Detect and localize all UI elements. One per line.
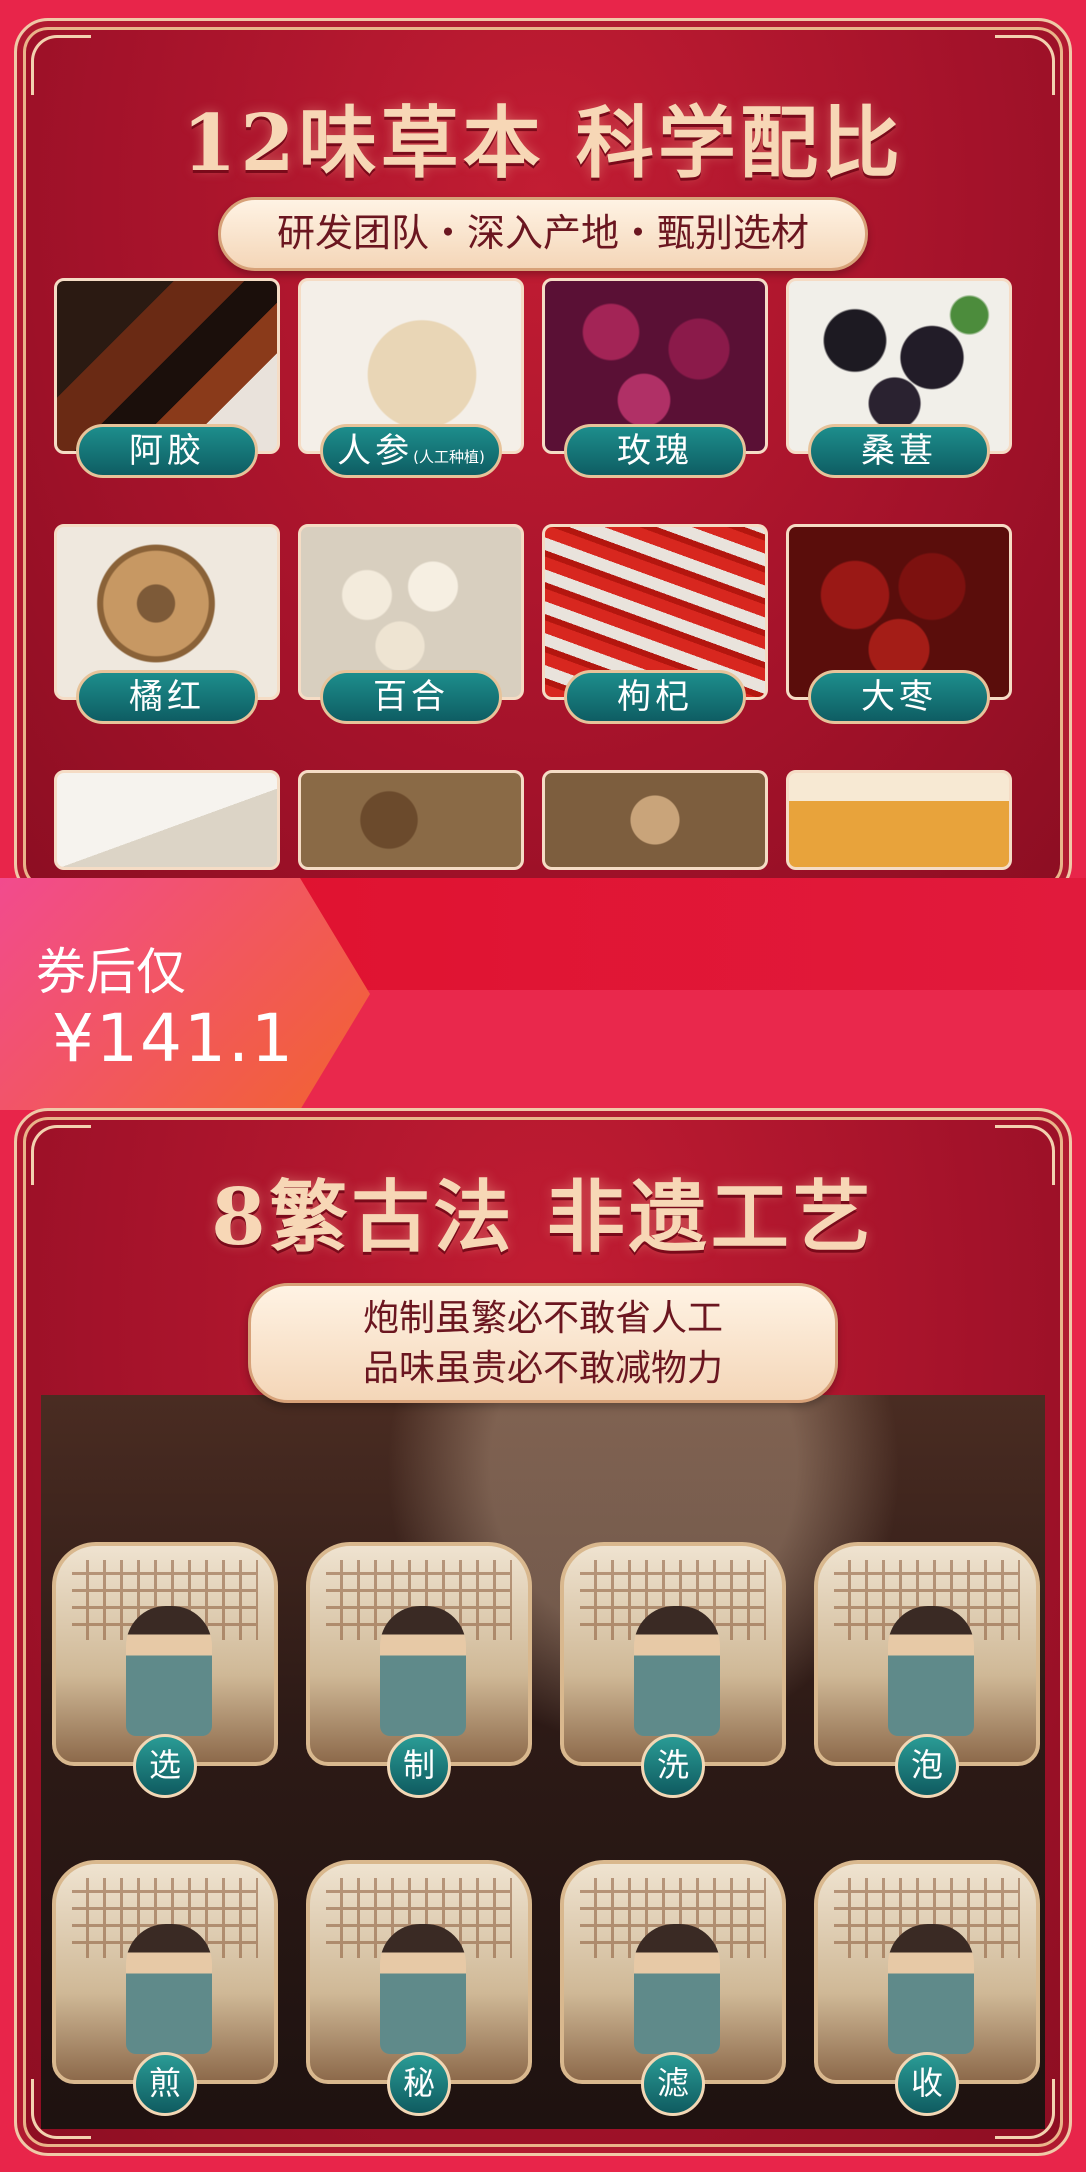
- craft-subtitle-line2: 品味虽贵必不敢减物力: [362, 1348, 723, 1389]
- craft-subtitle: 炮制虽繁必不敢省人工 品味虽贵必不敢减物力: [248, 1283, 838, 1403]
- herb-card-gouqi: 枸杞: [542, 524, 768, 724]
- craft-illustration: [306, 1542, 532, 1766]
- craft-illustration: [560, 1860, 786, 2084]
- herb-photo: [786, 770, 1012, 870]
- herb-label: 大枣: [808, 670, 990, 724]
- craft-grid: 选 制 洗 泡 煎 秘 滤 收: [52, 1542, 1040, 2116]
- herb-label: 桑葚: [808, 424, 990, 478]
- herb-card-sangshen: 桑葚: [786, 278, 1012, 478]
- herb-label: 阿胶: [76, 424, 258, 478]
- herbs-title: 12味草本 科学配比: [182, 98, 904, 189]
- craft-step: 秘: [306, 1860, 532, 2116]
- herb-photo: [298, 770, 524, 870]
- craft-step-badge: 泡: [895, 1734, 959, 1798]
- craft-step-badge: 制: [387, 1734, 451, 1798]
- craft-illustration: [814, 1542, 1040, 1766]
- coupon-price: ¥141.1: [52, 1000, 295, 1077]
- herb-card-ejiao: 阿胶: [54, 278, 280, 478]
- herb-grid: 阿胶 人参(人工种植) 玫瑰 桑葚 橘红 百合 枸杞 大枣: [54, 278, 1032, 970]
- promo-banner[interactable]: 券后仅 ¥141.1: [0, 878, 1086, 1110]
- craft-step: 收: [814, 1860, 1040, 2116]
- craft-title: 8繁古法 非遗工艺: [211, 1172, 875, 1263]
- promo-stripe: [300, 990, 1086, 1110]
- craft-step-badge: 煎: [133, 2052, 197, 2116]
- craft-illustration: [814, 1860, 1040, 2084]
- craft-step: 煎: [52, 1860, 278, 2116]
- herb-note: (人工种植): [413, 448, 485, 466]
- herb-card-baihe: 百合: [298, 524, 524, 724]
- craft-step-badge: 选: [133, 1734, 197, 1798]
- craft-step: 制: [306, 1542, 532, 1798]
- herb-label: 人参(人工种植): [320, 424, 502, 478]
- craft-step-badge: 洗: [641, 1734, 705, 1798]
- craft-step-badge: 收: [895, 2052, 959, 2116]
- herb-photo: [54, 770, 280, 870]
- herb-card-meigui: 玫瑰: [542, 278, 768, 478]
- herb-card-juhong: 橘红: [54, 524, 280, 724]
- craft-step: 洗: [560, 1542, 786, 1798]
- herb-photo: [542, 770, 768, 870]
- herb-label: 百合: [320, 670, 502, 724]
- craft-illustration: [560, 1542, 786, 1766]
- craft-step: 选: [52, 1542, 278, 1798]
- coupon-label: 券后仅: [36, 943, 186, 1001]
- herb-label: 玫瑰: [564, 424, 746, 478]
- herb-label: 橘红: [76, 670, 258, 724]
- craft-illustration: [52, 1542, 278, 1766]
- craft-step: 滤: [560, 1860, 786, 2116]
- craft-illustration: [306, 1860, 532, 2084]
- craft-step-badge: 滤: [641, 2052, 705, 2116]
- craft-illustration: [52, 1860, 278, 2084]
- craft-step-badge: 秘: [387, 2052, 451, 2116]
- craft-subtitle-line1: 炮制虽繁必不敢省人工: [362, 1298, 723, 1339]
- herb-card-dazao: 大枣: [786, 524, 1012, 724]
- herb-label: 枸杞: [564, 670, 746, 724]
- herbs-subtitle: 研发团队・深入产地・甄别选材: [218, 197, 868, 271]
- craft-step: 泡: [814, 1542, 1040, 1798]
- herb-card-renshen: 人参(人工种植): [298, 278, 524, 478]
